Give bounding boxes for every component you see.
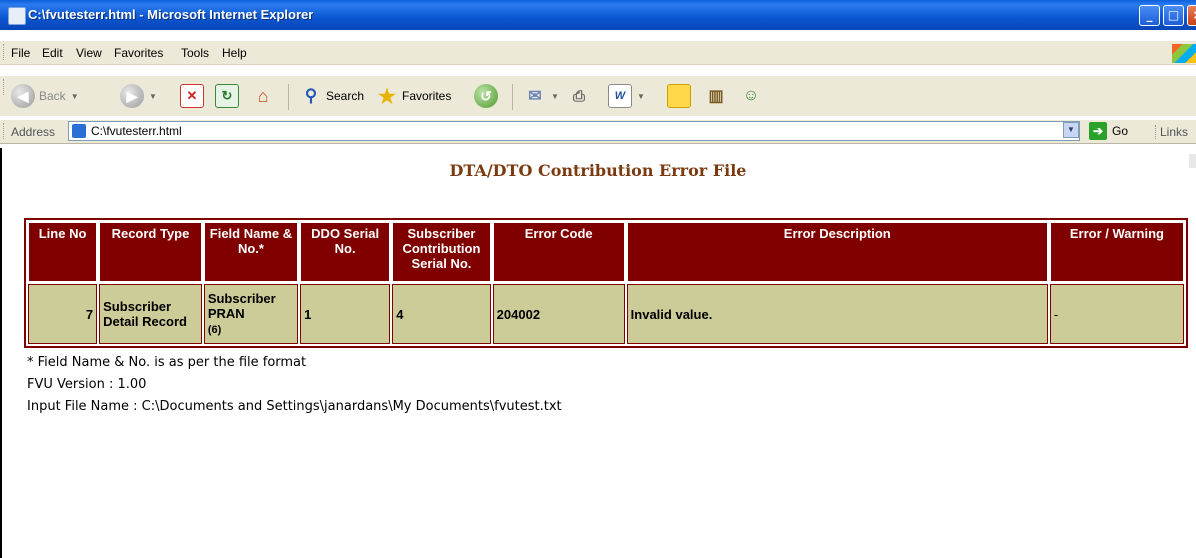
title-bar: C:\fvutesterr.html - Microsoft Internet … <box>0 0 1196 30</box>
page-icon <box>72 124 86 138</box>
fvu-version: FVU Version : 1.00 <box>27 377 147 392</box>
toolbar-grip[interactable] <box>3 44 7 60</box>
messenger-icon: ☺ <box>742 87 760 104</box>
table-header-row: Line No Record Type Field Name & No.* DD… <box>28 222 1184 282</box>
column-header: DDO Serial No. <box>300 222 391 282</box>
record-type-cell: Subscriber Detail Record <box>99 284 202 344</box>
toolbar-grip[interactable] <box>3 123 7 139</box>
address-value[interactable]: C:\fvutesterr.html <box>91 124 182 138</box>
favorites-star-icon: ★ <box>378 85 396 108</box>
go-arrow-icon: ➔ <box>1089 122 1107 140</box>
footnote: * Field Name & No. is as per the file fo… <box>27 355 307 370</box>
column-header: Subscriber Contribution Serial No. <box>392 222 491 282</box>
window-title: C:\fvutesterr.html - Microsoft Internet … <box>28 7 314 22</box>
history-button[interactable]: ↺ <box>474 83 498 109</box>
menu-tools[interactable]: Tools <box>181 46 209 60</box>
go-button[interactable]: ➔ Go <box>1089 122 1128 140</box>
back-label: Back <box>39 89 66 103</box>
back-arrow-icon: ◀ <box>11 84 35 108</box>
menu-view[interactable]: View <box>76 46 102 60</box>
address-bar: Address C:\fvutesterr.html ▼ ➔ Go Links <box>0 120 1196 144</box>
refresh-icon: ↻ <box>215 84 239 108</box>
error-description-cell: Invalid value. <box>626 284 1048 344</box>
chevron-down-icon[interactable]: ▼ <box>551 92 559 101</box>
go-label: Go <box>1112 124 1129 138</box>
windows-logo-icon <box>1172 44 1196 63</box>
word-edit-icon: W <box>608 84 632 108</box>
column-header: Field Name & No.* <box>203 222 299 282</box>
research-button[interactable]: ▥ <box>705 83 727 109</box>
input-file-name: Input File Name : C:\Documents and Setti… <box>27 399 562 414</box>
favorites-label: Favorites <box>402 89 452 103</box>
error-table: Line No Record Type Field Name & No.* DD… <box>24 218 1188 348</box>
chevron-down-icon[interactable]: ▼ <box>637 92 645 101</box>
address-label: Address <box>11 125 56 139</box>
edit-button[interactable]: W ▼ <box>608 83 645 109</box>
search-button[interactable]: ⚲ Search <box>300 83 364 109</box>
refresh-button[interactable]: ↻ <box>215 83 239 109</box>
error-warning-cell: - <box>1049 284 1184 344</box>
menu-edit[interactable]: Edit <box>42 46 63 60</box>
back-button[interactable]: ◀ Back ▼ <box>11 83 79 109</box>
error-code-cell: 204002 <box>492 284 625 344</box>
menu-bar: File Edit View Favorites Tools Help <box>0 41 1196 65</box>
mail-button[interactable]: ✉ ▼ <box>524 83 559 109</box>
address-input[interactable]: C:\fvutesterr.html <box>68 121 1080 141</box>
menu-file[interactable]: File <box>11 46 30 60</box>
ie-page-icon <box>8 7 26 25</box>
home-button[interactable]: ⌂ <box>252 83 274 109</box>
column-header: Line No <box>28 222 98 282</box>
column-header: Error Code <box>492 222 625 282</box>
home-icon: ⌂ <box>257 85 269 106</box>
content-border <box>0 148 10 558</box>
print-icon: ⎙ <box>572 87 585 105</box>
close-button[interactable]: × <box>1187 5 1196 26</box>
stop-icon: ✕ <box>180 84 204 108</box>
field-name-text: Subscriber PRAN <box>207 290 276 321</box>
links-button[interactable]: Links <box>1155 125 1188 139</box>
contribution-serial-cell: 4 <box>392 284 491 344</box>
forward-arrow-icon: ▶ <box>120 84 144 108</box>
research-books-icon: ▥ <box>708 88 724 105</box>
mail-icon: ✉ <box>528 88 542 105</box>
minimize-button[interactable]: _ <box>1139 5 1160 26</box>
column-header: Record Type <box>99 222 202 282</box>
page-content: DTA/DTO Contribution Error File Line No … <box>10 148 1188 558</box>
field-no-text: (6) <box>207 323 222 336</box>
standard-toolbar: ◀ Back ▼ ▶ ▼ ✕ ↻ ⌂ ⚲ Search ★ Favorites … <box>0 76 1196 116</box>
chevron-down-icon[interactable]: ▼ <box>149 92 157 101</box>
stop-button[interactable]: ✕ <box>180 83 204 109</box>
field-name-cell: Subscriber PRAN (6) <box>203 284 299 344</box>
discuss-button[interactable] <box>667 83 691 109</box>
discuss-icon <box>667 84 691 108</box>
print-button[interactable]: ⎙ <box>568 83 590 109</box>
search-label: Search <box>326 89 365 103</box>
forward-button[interactable]: ▶ ▼ <box>120 83 157 109</box>
column-header: Error Description <box>626 222 1048 282</box>
line-no-cell: 7 <box>28 284 98 344</box>
column-header: Error / Warning <box>1049 222 1184 282</box>
ddo-serial-cell: 1 <box>300 284 391 344</box>
search-icon: ⚲ <box>304 86 318 105</box>
menu-favorites[interactable]: Favorites <box>114 46 163 60</box>
history-icon: ↺ <box>474 84 498 108</box>
messenger-button[interactable]: ☺ <box>740 83 762 109</box>
chevron-down-icon[interactable]: ▼ <box>71 92 79 101</box>
scrollbar[interactable] <box>1189 154 1196 168</box>
table-row: 7 Subscriber Detail Record Subscriber PR… <box>28 284 1184 344</box>
address-dropdown-icon[interactable]: ▼ <box>1063 122 1079 138</box>
favorites-button[interactable]: ★ Favorites <box>376 83 451 109</box>
menu-help[interactable]: Help <box>222 46 247 60</box>
page-title: DTA/DTO Contribution Error File <box>449 161 747 180</box>
toolbar-grip[interactable] <box>3 79 7 95</box>
maximize-button[interactable]: □ <box>1163 5 1184 26</box>
